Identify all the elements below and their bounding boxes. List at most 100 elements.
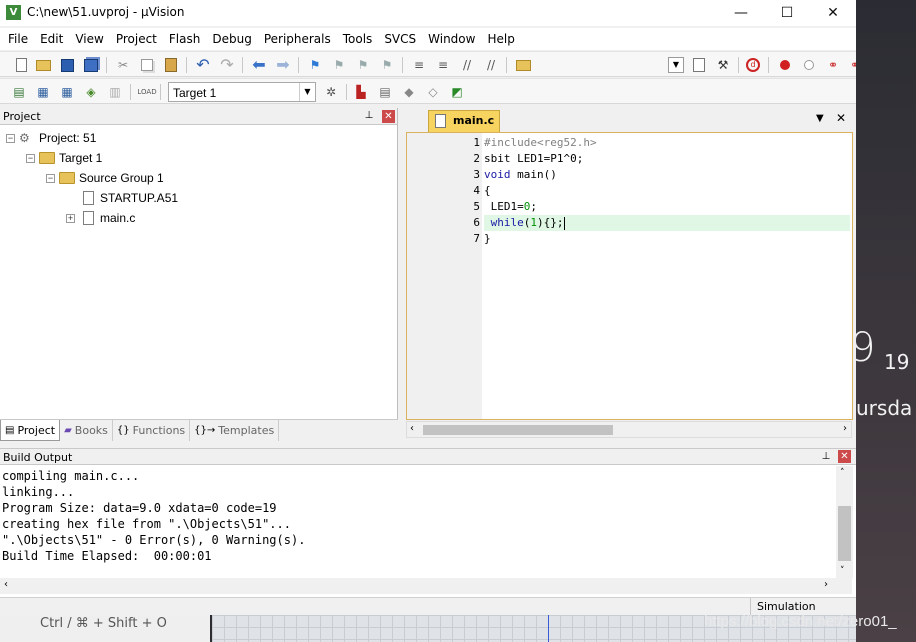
- tab-functions[interactable]: {} Functions: [113, 420, 191, 441]
- scroll-down-icon[interactable]: ˅: [840, 566, 845, 576]
- paste-icon[interactable]: [162, 56, 180, 74]
- expand-icon[interactable]: +: [66, 213, 75, 223]
- tab-main-c[interactable]: main.c: [428, 110, 500, 132]
- tree-file-main[interactable]: + main.c: [66, 208, 135, 228]
- tree-file-startup[interactable]: STARTUP.A51: [83, 188, 178, 208]
- tab-templates[interactable]: {}→ Templates: [190, 420, 280, 441]
- project-icon: ⚙: [19, 131, 30, 145]
- menu-help[interactable]: Help: [481, 28, 520, 50]
- scroll-right-icon[interactable]: ›: [824, 579, 828, 590]
- bookmark-icon[interactable]: ⚑: [306, 56, 324, 74]
- menu-project[interactable]: Project: [110, 28, 163, 50]
- target-options-icon[interactable]: ✲: [322, 83, 340, 101]
- clear-bookmarks-icon[interactable]: ⚑: [378, 56, 396, 74]
- tab-project[interactable]: ▤ Project: [0, 420, 61, 441]
- event-recorder-icon[interactable]: ◩: [448, 83, 466, 101]
- menu-flash[interactable]: Flash: [163, 28, 206, 50]
- stop-build-icon[interactable]: ▥: [106, 83, 124, 101]
- pin-icon[interactable]: ⊥: [363, 110, 375, 122]
- kill-breakpoints-icon[interactable]: ⚭: [824, 56, 842, 74]
- incremental-find-icon[interactable]: [690, 56, 708, 74]
- breakpoint-icon[interactable]: [776, 56, 794, 74]
- disable-breakpoint-icon[interactable]: [800, 56, 818, 74]
- braces-icon: {}: [116, 425, 130, 436]
- status-bar: Simulation: [0, 597, 856, 615]
- save-icon[interactable]: [58, 56, 76, 74]
- translate-icon[interactable]: ▤: [10, 83, 28, 101]
- rebuild-icon[interactable]: ▦: [58, 83, 76, 101]
- code-line: }: [484, 232, 491, 245]
- code-line: sbit LED1=P1^0;: [484, 152, 584, 165]
- scroll-right-icon[interactable]: ›: [843, 423, 847, 434]
- tab-list-icon[interactable]: ▼: [816, 113, 824, 124]
- file-label: STARTUP.A51: [100, 191, 179, 205]
- manage-runtime-icon[interactable]: ◆: [400, 83, 418, 101]
- scroll-left-icon[interactable]: ‹: [4, 579, 8, 590]
- tab-books[interactable]: ▰ Books: [60, 420, 113, 441]
- file-icon: [435, 114, 446, 128]
- scroll-up-icon[interactable]: ˄: [840, 468, 845, 478]
- uncomment-icon[interactable]: //: [482, 56, 500, 74]
- menu-view[interactable]: View: [69, 28, 109, 50]
- build-icon[interactable]: ▦: [34, 83, 52, 101]
- project-panel: Project ⊥ ✕ − ⚙ Project: 51 − Target 1 −…: [0, 108, 398, 441]
- redo-icon[interactable]: ↷: [218, 56, 236, 74]
- title-bar[interactable]: V C:\new\51.uvproj - µVision — ☐ ✕: [0, 0, 856, 26]
- close-icon[interactable]: ✕: [382, 110, 395, 123]
- target-label: Target 1: [59, 151, 103, 165]
- find-dropdown-arrow[interactable]: ▼: [668, 57, 684, 73]
- disable-all-breakpoints-icon[interactable]: ⚭: [846, 56, 856, 74]
- save-all-icon[interactable]: [82, 56, 100, 74]
- batch-build-icon[interactable]: ◈: [82, 83, 100, 101]
- menu-window[interactable]: Window: [422, 28, 481, 50]
- close-tab-icon[interactable]: ✕: [836, 111, 846, 125]
- desktop-background: 9 19 ursda: [850, 0, 916, 642]
- pack-installer-icon[interactable]: ◇: [424, 83, 442, 101]
- menu-svcs[interactable]: SVCS: [378, 28, 422, 50]
- scrollbar-thumb[interactable]: [838, 506, 851, 561]
- manage-project-items-icon[interactable]: ▙: [352, 83, 370, 101]
- output-horizontal-scrollbar[interactable]: ‹ ›: [0, 578, 852, 594]
- new-file-icon[interactable]: [12, 56, 30, 74]
- tree-target[interactable]: − Target 1: [26, 148, 102, 168]
- debug-session-icon[interactable]: d: [744, 56, 762, 74]
- target-select[interactable]: Target 1 ▼: [168, 82, 316, 102]
- find-in-files-icon[interactable]: [514, 56, 532, 74]
- select-packs-icon[interactable]: ▤: [376, 83, 394, 101]
- scrollbar-thumb[interactable]: [423, 425, 613, 435]
- unindent-icon[interactable]: ≡: [434, 56, 452, 74]
- maximize-button[interactable]: ☐: [764, 0, 810, 26]
- menu-file[interactable]: File: [2, 28, 34, 50]
- find-icon[interactable]: ⚒: [714, 56, 732, 74]
- editor-horizontal-scrollbar[interactable]: ‹ ›: [406, 421, 852, 438]
- copy-icon[interactable]: [138, 56, 156, 74]
- tree-project[interactable]: − ⚙ Project: 51: [6, 128, 96, 148]
- comment-icon[interactable]: //: [458, 56, 476, 74]
- next-bookmark-icon[interactable]: ⚑: [354, 56, 372, 74]
- menu-edit[interactable]: Edit: [34, 28, 69, 50]
- cut-icon[interactable]: ✂: [114, 56, 132, 74]
- menu-tools[interactable]: Tools: [337, 28, 379, 50]
- close-button[interactable]: ✕: [810, 0, 856, 26]
- collapse-icon[interactable]: −: [6, 133, 15, 143]
- menu-debug[interactable]: Debug: [206, 28, 257, 50]
- navigate-forward-icon[interactable]: ➡: [274, 56, 292, 74]
- close-icon[interactable]: ✕: [838, 450, 851, 463]
- download-load-icon[interactable]: LOAD: [137, 83, 156, 101]
- tree-source-group[interactable]: − Source Group 1: [46, 168, 164, 188]
- open-folder-icon[interactable]: [34, 56, 52, 74]
- file-icon: [83, 191, 94, 205]
- prev-bookmark-icon[interactable]: ⚑: [330, 56, 348, 74]
- collapse-icon[interactable]: −: [46, 173, 55, 183]
- output-vertical-scrollbar[interactable]: ˄ ˅: [836, 466, 853, 578]
- collapse-icon[interactable]: −: [26, 153, 35, 163]
- menu-peripherals[interactable]: Peripherals: [258, 28, 337, 50]
- navigate-back-icon[interactable]: ⬅: [250, 56, 268, 74]
- indent-icon[interactable]: ≡: [410, 56, 428, 74]
- minimize-button[interactable]: —: [718, 0, 764, 26]
- scroll-left-icon[interactable]: ‹: [410, 423, 414, 434]
- undo-icon[interactable]: ↶: [194, 56, 212, 74]
- code-editor[interactable]: 1 2 3 4 5 6 7 #include<reg52.h> sbit LED…: [406, 132, 853, 420]
- code-line: void main(): [484, 168, 557, 181]
- pin-icon[interactable]: ⊥: [820, 451, 832, 463]
